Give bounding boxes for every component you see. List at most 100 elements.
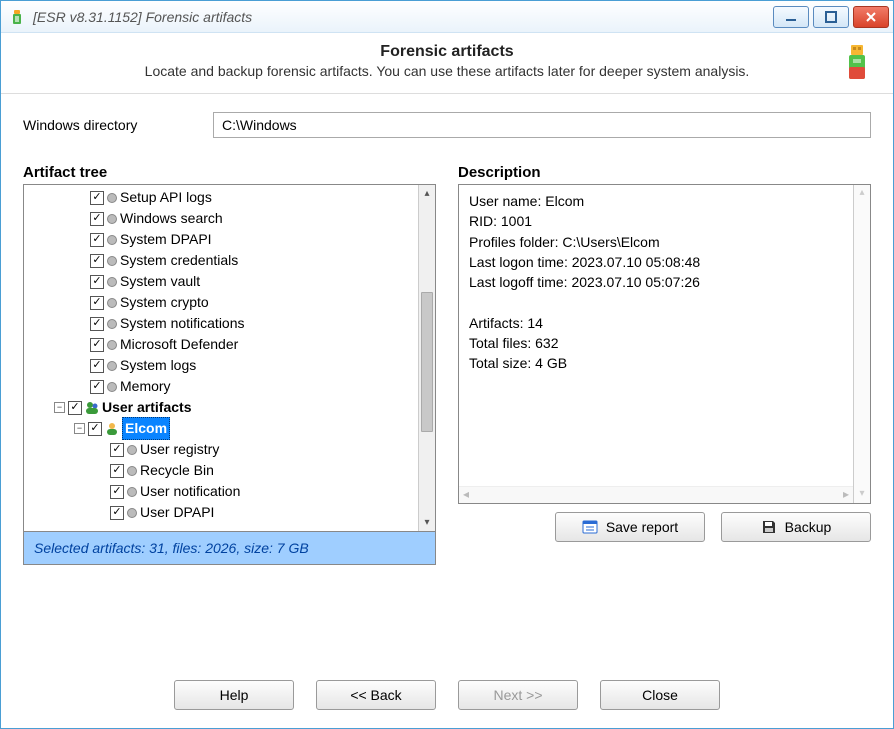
bullet-icon (127, 508, 137, 518)
checkbox-icon[interactable]: ✓ (90, 233, 104, 247)
tree-user-label: Elcom (122, 417, 170, 440)
scroll-down-icon[interactable]: ▾ (419, 514, 435, 531)
help-button[interactable]: Help (174, 680, 294, 710)
button-label: Next >> (493, 687, 542, 703)
scroll-down-icon[interactable]: ▾ (854, 486, 870, 503)
tree-user-elcom[interactable]: − ✓ Elcom (28, 418, 431, 439)
checkbox-icon[interactable]: ✓ (90, 317, 104, 331)
wizard-buttons: Help << Back Next >> Close (1, 675, 893, 728)
description-box: User name: Elcom RID: 1001 Profiles fold… (458, 184, 871, 504)
tree-item-label: System vault (120, 271, 200, 292)
tree-item[interactable]: ✓System logs (28, 355, 431, 376)
window-controls (773, 6, 889, 28)
scroll-left-icon[interactable]: ◂ (463, 486, 469, 503)
scroll-thumb[interactable] (421, 292, 433, 432)
tree-item-label: Microsoft Defender (120, 334, 238, 355)
tree-item[interactable]: ✓Windows search (28, 208, 431, 229)
tree-item[interactable]: ✓User registry (28, 439, 431, 460)
scroll-up-icon[interactable]: ▴ (419, 185, 435, 202)
bullet-icon (127, 487, 137, 497)
users-icon (85, 401, 99, 415)
tree-group-label: User artifacts (102, 397, 192, 418)
close-button-footer[interactable]: Close (600, 680, 720, 710)
tree-item[interactable]: ✓ Setup API logs (28, 187, 431, 208)
artifact-tree[interactable]: ✓Setup API logs ✓Windows search ✓System … (23, 184, 436, 532)
desc-scrollbar-h[interactable]: ◂ ▸ (459, 486, 853, 503)
panes: Artifact tree ✓Setup API logs ✓Windows s… (23, 164, 871, 661)
maximize-button[interactable] (813, 6, 849, 28)
backup-button[interactable]: Backup (721, 512, 871, 542)
windows-dir-input[interactable] (213, 112, 871, 138)
checkbox-icon[interactable]: ✓ (90, 296, 104, 310)
save-report-button[interactable]: Save report (555, 512, 705, 542)
checkbox-icon[interactable]: ✓ (110, 443, 124, 457)
desc-line: Last logon time: 2023.07.10 05:08:48 (469, 252, 860, 272)
page-title: Forensic artifacts (21, 43, 873, 61)
tree-scrollbar[interactable]: ▴ ▾ (418, 185, 435, 531)
tree-item-label: User notification (140, 481, 240, 502)
titlebar[interactable]: [ESR v8.31.1152] Forensic artifacts (1, 1, 893, 33)
tree-item[interactable]: ✓System notifications (28, 313, 431, 334)
close-button[interactable] (853, 6, 889, 28)
tree-item[interactable]: ✓System DPAPI (28, 229, 431, 250)
tree-item[interactable]: ✓ System crypto (28, 292, 431, 313)
windows-dir-label: Windows directory (23, 117, 193, 133)
tree-item[interactable]: ✓ System vault (28, 271, 431, 292)
right-pane: Description User name: Elcom RID: 1001 P… (458, 164, 871, 661)
window-title: [ESR v8.31.1152] Forensic artifacts (33, 9, 773, 25)
checkbox-icon[interactable]: ✓ (110, 506, 124, 520)
checkbox-icon[interactable]: ✓ (90, 338, 104, 352)
tree-item[interactable]: ✓ Memory (28, 376, 431, 397)
checkbox-icon[interactable]: ✓ (90, 359, 104, 373)
checkbox-icon[interactable]: ✓ (90, 380, 104, 394)
minimize-button[interactable] (773, 6, 809, 28)
tree-item[interactable]: ✓ Microsoft Defender (28, 334, 431, 355)
bullet-icon (107, 298, 117, 308)
checkbox-icon[interactable]: ✓ (90, 212, 104, 226)
button-label: << Back (350, 687, 401, 703)
checkbox-icon[interactable]: ✓ (68, 401, 82, 415)
checkbox-icon[interactable]: ✓ (88, 422, 102, 436)
next-button: Next >> (458, 680, 578, 710)
scroll-up-icon[interactable]: ▴ (854, 185, 870, 202)
content-area: Windows directory Artifact tree ✓Setup A… (1, 94, 893, 675)
desc-line: Total files: 632 (469, 333, 860, 353)
tree-item-label: System crypto (120, 292, 209, 313)
checkbox-icon[interactable]: ✓ (110, 485, 124, 499)
tree-item-label: Recycle Bin (140, 460, 214, 481)
bullet-icon (127, 466, 137, 476)
checkbox-icon[interactable]: ✓ (110, 464, 124, 478)
collapse-icon[interactable]: − (54, 402, 65, 413)
tree-item[interactable]: ✓ Recycle Bin (28, 460, 431, 481)
app-icon (9, 9, 25, 25)
left-pane: Artifact tree ✓Setup API logs ✓Windows s… (23, 164, 436, 661)
tree-item[interactable]: ✓System credentials (28, 250, 431, 271)
bullet-icon (107, 319, 117, 329)
windows-dir-row: Windows directory (23, 112, 871, 138)
checkbox-icon[interactable]: ✓ (90, 254, 104, 268)
checkbox-icon[interactable]: ✓ (90, 191, 104, 205)
tree-group-user-artifacts[interactable]: − ✓ User artifacts (28, 397, 431, 418)
right-buttons: Save report Backup (458, 512, 871, 542)
bullet-icon (107, 193, 117, 203)
close-icon (865, 11, 877, 23)
desc-title: Description (458, 164, 871, 181)
desc-line: Artifacts: 14 (469, 313, 860, 333)
tree-item[interactable]: ✓ User notification (28, 481, 431, 502)
bullet-icon (127, 445, 137, 455)
button-label: Close (642, 687, 678, 703)
desc-scrollbar[interactable]: ▴ ▾ (853, 185, 870, 503)
tree-item-label: Setup API logs (120, 187, 212, 208)
person-icon (105, 422, 119, 436)
tree-item[interactable]: ✓User DPAPI (28, 502, 431, 523)
desc-line: Last logoff time: 2023.07.10 05:07:26 (469, 272, 860, 292)
desc-line: User name: Elcom (469, 191, 860, 211)
tree-item-label: Memory (120, 376, 171, 397)
scroll-right-icon[interactable]: ▸ (843, 486, 849, 503)
usb-icon (841, 43, 873, 83)
bullet-icon (107, 235, 117, 245)
back-button[interactable]: << Back (316, 680, 436, 710)
checkbox-icon[interactable]: ✓ (90, 275, 104, 289)
collapse-icon[interactable]: − (74, 423, 85, 434)
desc-line: RID: 1001 (469, 211, 860, 231)
